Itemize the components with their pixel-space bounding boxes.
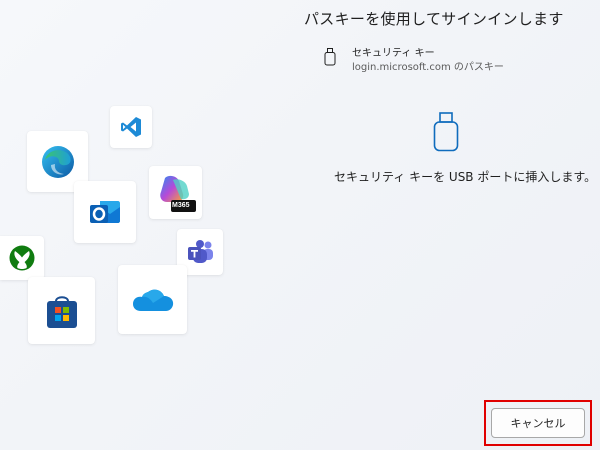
- m365-label: M365: [172, 202, 190, 209]
- device-name: セキュリティ キー: [352, 48, 435, 59]
- cancel-button[interactable]: キャンセル: [491, 408, 585, 438]
- outlook-tile: [74, 181, 136, 243]
- edge-icon: [41, 145, 74, 178]
- usb-key-icon: [324, 48, 336, 66]
- usb-key-large-icon: [433, 112, 459, 152]
- onedrive-tile: [118, 265, 187, 334]
- device-site: login.microsoft.com のパスキー: [352, 62, 504, 73]
- store-tile: [28, 277, 95, 344]
- copilot-m365-tile: M365: [149, 166, 202, 219]
- page-title: パスキーを使用してサインインします: [304, 10, 564, 28]
- vscode-icon: [121, 117, 141, 137]
- teams-icon: [188, 240, 213, 263]
- xbox-icon: [9, 245, 35, 271]
- vscode-tile: [110, 106, 152, 148]
- outlook-icon: [90, 201, 120, 223]
- store-icon: [46, 295, 77, 328]
- instruction-text: セキュリティ キーを USB ポートに挿入します。: [334, 170, 597, 184]
- onedrive-icon: [132, 289, 173, 311]
- xbox-tile: [0, 236, 44, 280]
